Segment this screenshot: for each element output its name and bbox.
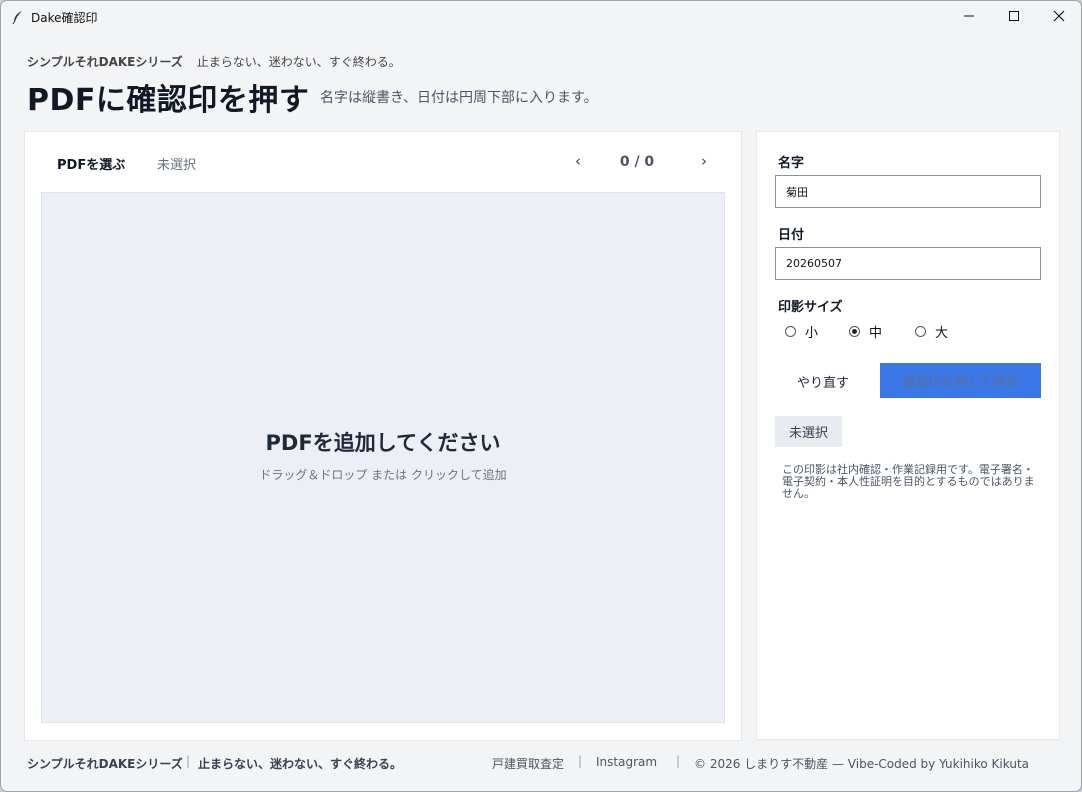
prev-page-button[interactable]: ‹ bbox=[569, 152, 587, 170]
maximize-button[interactable] bbox=[991, 1, 1037, 32]
app-window: Dake確認印 シンプルそれDAKEシリーズ 止まらない、迷わない、すぐ終わる。 … bbox=[0, 0, 1082, 792]
size-radio-group: 小 中 大 bbox=[785, 322, 975, 341]
radio-medium-icon bbox=[849, 326, 860, 337]
series-brand: シンプルそれDAKEシリーズ bbox=[27, 55, 183, 69]
footer-copyright: © 2026 しまりす不動産 — Vibe-Coded by Yukihiko … bbox=[694, 757, 1029, 771]
stamp-settings-panel: 名字 日付 印影サイズ 小 中 大 やり直す 確認印を押して保存 未選択 この印… bbox=[756, 131, 1060, 740]
file-status: 未選択 bbox=[157, 158, 197, 173]
redo-button[interactable]: やり直す bbox=[779, 364, 867, 398]
radio-small-icon bbox=[785, 326, 796, 337]
close-icon bbox=[1053, 7, 1065, 26]
date-label: 日付 bbox=[778, 228, 805, 243]
page-title: PDFに確認印を押す bbox=[27, 83, 310, 118]
dropzone-hint: ドラッグ＆ドロップ または クリックして追加 bbox=[259, 468, 507, 482]
pdf-dropzone[interactable]: PDFを追加してください ドラッグ＆ドロップ または クリックして追加 bbox=[41, 192, 725, 723]
size-option-medium[interactable]: 中 bbox=[849, 322, 915, 341]
pdf-viewer-panel: PDFを選ぶ 未選択 ‹ 0 / 0 › PDFを追加してください ドラッグ＆ド… bbox=[24, 131, 742, 741]
stamp-save-button[interactable]: 確認印を押して保存 bbox=[880, 363, 1041, 398]
size-option-small[interactable]: 小 bbox=[785, 322, 849, 341]
size-label: 印影サイズ bbox=[778, 300, 843, 315]
footer-link-appraisal[interactable]: 戸建買取査定 bbox=[492, 755, 564, 772]
disclaimer-text: この印影は社内確認・作業記録用です。電子署名・電子契約・本人性証明を目的とするも… bbox=[782, 463, 1035, 500]
series-tagline: 止まらない、迷わない、すぐ終わる。 bbox=[196, 55, 401, 69]
header-subline: シンプルそれDAKEシリーズ 止まらない、迷わない、すぐ終わる。 bbox=[27, 53, 401, 70]
footer-divider: | bbox=[676, 754, 681, 768]
radio-label: 中 bbox=[869, 326, 883, 341]
next-page-button[interactable]: › bbox=[695, 152, 713, 170]
window-title: Dake確認印 bbox=[31, 11, 98, 25]
date-input[interactable] bbox=[775, 247, 1041, 280]
close-button[interactable] bbox=[1036, 1, 1081, 32]
minimize-icon bbox=[963, 7, 975, 26]
pick-pdf-button[interactable]: PDFを選ぶ bbox=[57, 154, 125, 173]
radio-label: 小 bbox=[805, 326, 819, 341]
page-description: 名字は縦書き、日付は円周下部に入ります。 bbox=[320, 90, 598, 106]
footer-divider: | bbox=[186, 754, 191, 768]
size-option-large[interactable]: 大 bbox=[915, 322, 975, 341]
dropzone-title: PDFを追加してください bbox=[265, 431, 501, 455]
feather-icon bbox=[11, 9, 25, 25]
maximize-icon bbox=[1008, 7, 1020, 26]
footer-link-instagram[interactable]: Instagram bbox=[596, 755, 657, 769]
radio-large-icon bbox=[915, 326, 926, 337]
footer-brand: シンプルそれDAKEシリーズ bbox=[27, 757, 183, 771]
footer: シンプルそれDAKEシリーズ | 止まらない、迷わない、すぐ終わる。 戸建買取査… bbox=[1, 751, 1081, 775]
radio-label: 大 bbox=[935, 326, 949, 341]
footer-divider: | bbox=[578, 754, 583, 768]
status-badge: 未選択 bbox=[775, 416, 842, 447]
title-bar: Dake確認印 bbox=[1, 1, 1081, 32]
footer-tagline: 止まらない、迷わない、すぐ終わる。 bbox=[198, 757, 403, 771]
minimize-button[interactable] bbox=[946, 1, 992, 32]
name-input[interactable] bbox=[775, 175, 1041, 208]
page-indicator: 0 / 0 bbox=[619, 154, 655, 170]
name-label: 名字 bbox=[778, 156, 805, 171]
